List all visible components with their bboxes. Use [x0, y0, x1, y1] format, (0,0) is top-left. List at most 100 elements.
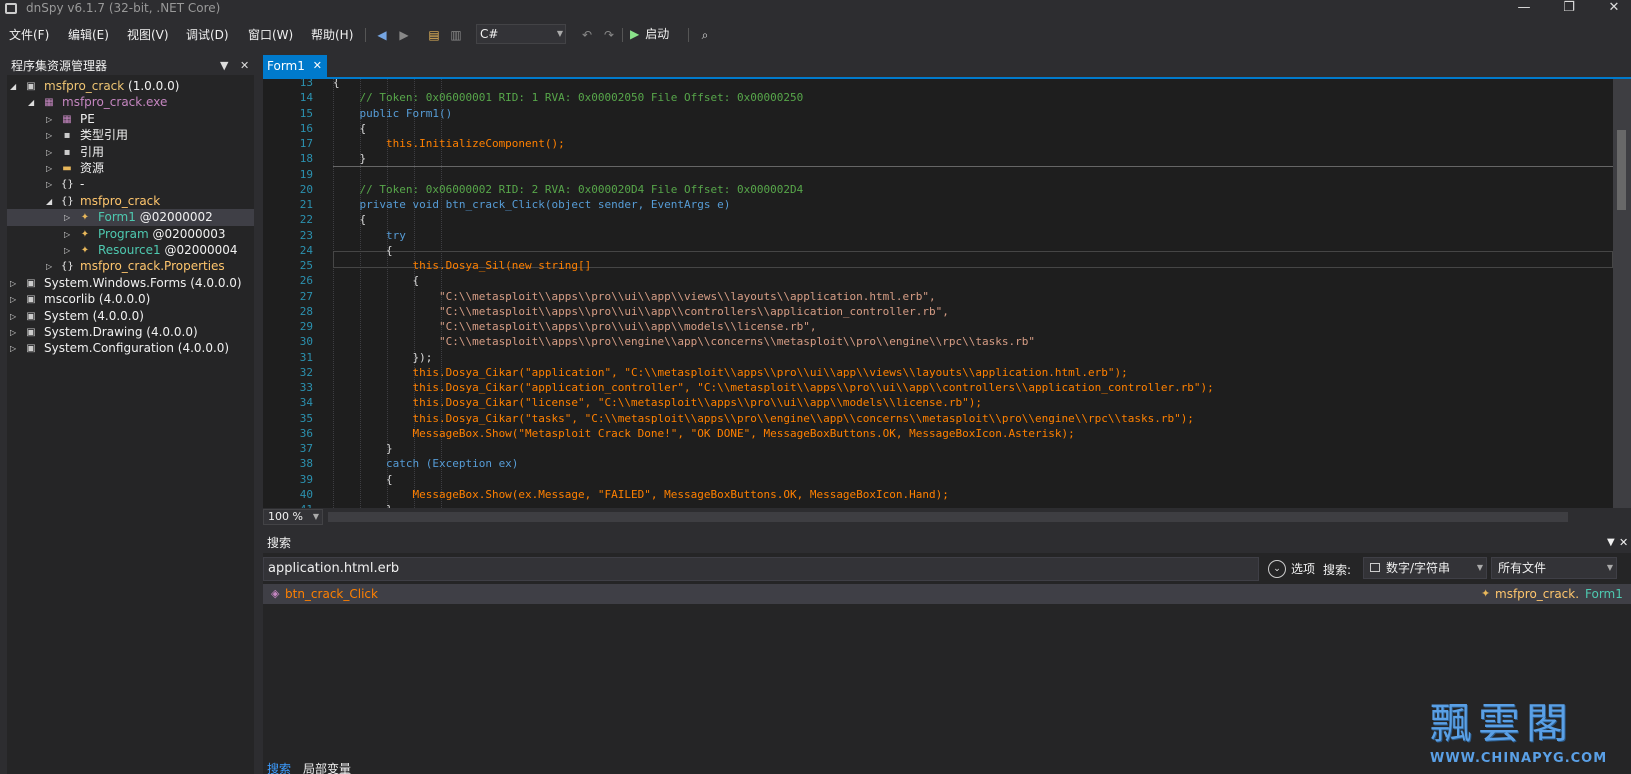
code-line[interactable]: 19	[263, 167, 1613, 182]
code-line[interactable]: 37 }	[263, 441, 1613, 456]
code-line[interactable]: 30 "C:\\metasploit\\apps\\pro\\engine\\a…	[263, 334, 1613, 349]
collapsed-arrow-icon[interactable]: ▷	[46, 258, 52, 275]
search-type-select[interactable]: 数字/字符串 ▼	[1363, 557, 1487, 579]
code-line[interactable]: 24 {	[263, 243, 1613, 258]
zoom-select[interactable]: 100 % ▼	[263, 509, 323, 525]
search-input[interactable]: application.html.erb	[263, 557, 1259, 581]
tree-item[interactable]: ▷ ✦ Program @02000003	[7, 226, 254, 243]
menu-help[interactable]: 帮助(H)	[311, 26, 353, 43]
pane-close-icon[interactable]: ✕	[240, 57, 249, 75]
collapsed-arrow-icon[interactable]: ▷	[10, 340, 16, 357]
code-line[interactable]: 21 private void btn_crack_Click(object s…	[263, 197, 1613, 212]
tree-item[interactable]: ▷ ▪ 引用	[7, 144, 254, 161]
collapsed-arrow-icon[interactable]: ▷	[64, 209, 70, 226]
tree-item[interactable]: ▷ ▣ System.Configuration (4.0.0.0)	[7, 340, 254, 357]
open-file-icon[interactable]: ▤	[425, 26, 443, 44]
collapsed-arrow-icon[interactable]: ▷	[46, 111, 52, 128]
redo-icon[interactable]: ↷	[600, 26, 618, 44]
code-line[interactable]: 20 // Token: 0x06000002 RID: 2 RVA: 0x00…	[263, 182, 1613, 197]
collapsed-arrow-icon[interactable]: ▷	[46, 160, 52, 177]
menu-debug[interactable]: 调试(D)	[186, 26, 229, 43]
code-line[interactable]: 14 // Token: 0x06000001 RID: 1 RVA: 0x00…	[263, 90, 1613, 105]
pane-close-icon[interactable]: ✕	[1619, 533, 1628, 553]
tree-item[interactable]: ▷ ✦ Resource1 @02000004	[7, 242, 254, 259]
collapsed-arrow-icon[interactable]: ▷	[10, 275, 16, 292]
expanded-arrow-icon[interactable]: ◢	[28, 94, 34, 111]
code-line[interactable]: 22 {	[263, 212, 1613, 227]
collapsed-arrow-icon[interactable]: ▷	[10, 324, 16, 341]
tree-item[interactable]: ▷ ✦ Form1 @02000002	[7, 209, 254, 227]
maximize-button[interactable]: ❐	[1552, 0, 1586, 18]
code-line[interactable]: 39 {	[263, 472, 1613, 487]
menu-edit[interactable]: 编辑(E)	[68, 26, 109, 43]
collapsed-arrow-icon[interactable]: ▷	[64, 226, 70, 243]
minimize-button[interactable]: —	[1507, 0, 1541, 18]
code-line[interactable]: 28 "C:\\metasploit\\apps\\pro\\ui\\app\\…	[263, 304, 1613, 319]
code-line[interactable]: 33 this.Dosya_Cikar("application_control…	[263, 380, 1613, 395]
code-line[interactable]: 15 public Form1()	[263, 106, 1613, 121]
search-result-row[interactable]: ◈ btn_crack_Click ✦ msfpro_crack. Form1	[263, 584, 1631, 604]
tree-item[interactable]: ▷ {} -	[7, 176, 254, 193]
code-editor[interactable]: 13 {14 // Token: 0x06000001 RID: 1 RVA: 0…	[263, 79, 1613, 508]
code-line[interactable]: 40 MessageBox.Show(ex.Message, "FAILED",…	[263, 487, 1613, 502]
search-scope-select[interactable]: 所有文件 ▼	[1491, 557, 1617, 579]
options-expand-icon[interactable]: ⌄	[1268, 560, 1286, 578]
close-icon[interactable]: ✕	[313, 55, 322, 77]
collapsed-arrow-icon[interactable]: ▷	[10, 308, 16, 325]
tree-item[interactable]: ▷ ▣ System.Drawing (4.0.0.0)	[7, 324, 254, 341]
options-label[interactable]: 选项	[1291, 560, 1315, 577]
tree-node-icon: ▣	[26, 343, 36, 355]
search-icon[interactable]: ⌕	[696, 26, 714, 44]
start-button[interactable]: ▶ 启动	[630, 25, 669, 45]
editor-scroll-thumb[interactable]	[1617, 130, 1626, 210]
collapsed-arrow-icon[interactable]: ▷	[10, 291, 16, 308]
code-line[interactable]: 34 this.Dosya_Cikar("license", "C:\\meta…	[263, 395, 1613, 410]
collapsed-arrow-icon[interactable]: ▷	[46, 127, 52, 144]
collapsed-arrow-icon[interactable]: ▷	[46, 176, 52, 193]
forward-icon[interactable]: ▶	[395, 26, 413, 44]
language-select[interactable]: C# ▼	[476, 24, 566, 44]
pane-dropdown-icon[interactable]: ▼	[1607, 533, 1615, 553]
collapsed-arrow-icon[interactable]: ▷	[46, 144, 52, 161]
tree-item[interactable]: ◢ ▣ msfpro_crack (1.0.0.0)	[7, 78, 254, 95]
code-line[interactable]: 35 this.Dosya_Cikar("tasks", "C:\\metasp…	[263, 411, 1613, 426]
tab-search[interactable]: 搜索	[267, 760, 291, 774]
code-line[interactable]: 18 }	[263, 151, 1613, 166]
expanded-arrow-icon[interactable]: ◢	[46, 193, 52, 210]
code-line[interactable]: 38 catch (Exception ex)	[263, 456, 1613, 471]
back-icon[interactable]: ◀	[373, 26, 391, 44]
tree-item[interactable]: ▷ ▣ mscorlib (4.0.0.0)	[7, 291, 254, 308]
pane-dropdown-icon[interactable]: ▼	[220, 57, 228, 75]
code-line[interactable]: 36 MessageBox.Show("Metasploit Crack Don…	[263, 426, 1613, 441]
editor-horizontal-scrollbar[interactable]	[328, 512, 1568, 522]
close-button[interactable]: ✕	[1597, 0, 1631, 18]
tree-item[interactable]: ◢ ▦ msfpro_crack.exe	[7, 94, 254, 111]
undo-icon[interactable]: ↶	[578, 26, 596, 44]
code-line[interactable]: 29 "C:\\metasploit\\apps\\pro\\ui\\app\\…	[263, 319, 1613, 334]
tree-item[interactable]: ◢ {} msfpro_crack	[7, 193, 254, 210]
tab-form1[interactable]: Form1 ✕	[263, 55, 327, 77]
tree-item[interactable]: ▷ ▣ System (4.0.0.0)	[7, 308, 254, 325]
menu-view[interactable]: 视图(V)	[127, 26, 169, 43]
tab-locals[interactable]: 局部变量	[303, 760, 351, 774]
code-line[interactable]: 25 this.Dosya_Sil(new string[]	[263, 258, 1613, 273]
tree-item[interactable]: ▷ ▬ 资源	[7, 160, 254, 177]
open-list-icon[interactable]: ▥	[447, 26, 465, 44]
tree-item[interactable]: ▷ ▣ System.Windows.Forms (4.0.0.0)	[7, 275, 254, 292]
code-line[interactable]: 26 {	[263, 273, 1613, 288]
code-line[interactable]: 13 {	[263, 79, 1613, 90]
expanded-arrow-icon[interactable]: ◢	[10, 78, 16, 95]
code-line[interactable]: 31 });	[263, 350, 1613, 365]
collapsed-arrow-icon[interactable]: ▷	[64, 242, 70, 259]
code-line[interactable]: 16 {	[263, 121, 1613, 136]
code-line[interactable]: 23 try	[263, 228, 1613, 243]
code-line[interactable]: 17 this.InitializeComponent();	[263, 136, 1613, 151]
code-line[interactable]: 32 this.Dosya_Cikar("application", "C:\\…	[263, 365, 1613, 380]
code-line[interactable]: 27 "C:\\metasploit\\apps\\pro\\ui\\app\\…	[263, 289, 1613, 304]
assembly-explorer: 程序集资源管理器 ▼ ✕ ◢ ▣ msfpro_crack (1.0.0.0) ◢ ▦ m…	[7, 57, 254, 774]
menu-window[interactable]: 窗口(W)	[248, 26, 293, 43]
tree-item[interactable]: ▷ ▦ PE	[7, 111, 254, 128]
menu-file[interactable]: 文件(F)	[9, 26, 49, 43]
tree-item[interactable]: ▷ {} msfpro_crack.Properties	[7, 258, 254, 275]
tree-item[interactable]: ▷ ▪ 类型引用	[7, 127, 254, 144]
